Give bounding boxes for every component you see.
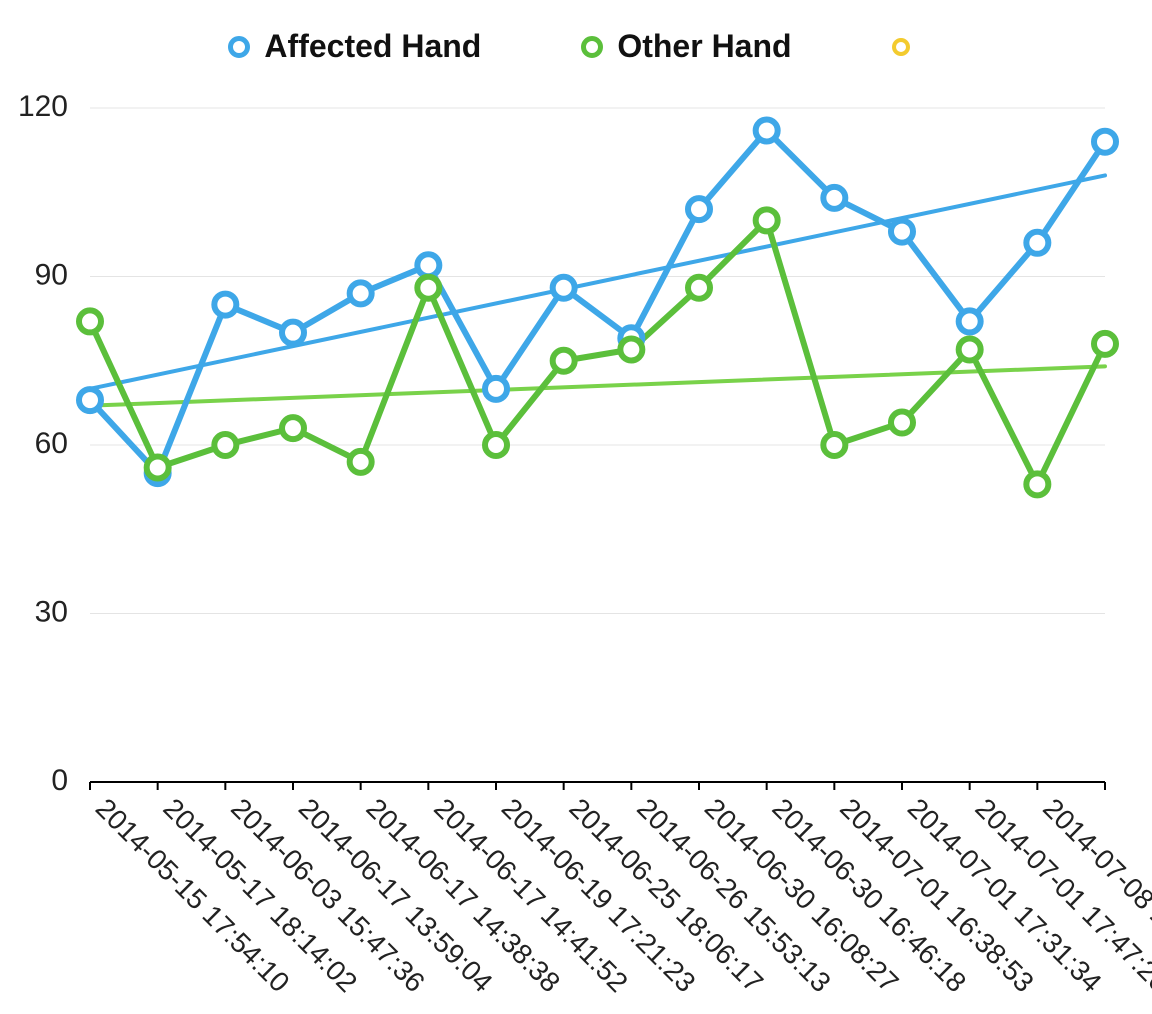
data-point[interactable] [756,209,778,231]
y-tick-label: 0 [51,764,68,797]
y-tick-label: 30 [35,595,68,628]
data-point[interactable] [79,389,101,411]
data-point[interactable] [282,322,304,344]
data-point[interactable] [485,434,507,456]
y-tick-label: 60 [35,427,68,460]
data-point[interactable] [1026,232,1048,254]
data-point[interactable] [756,119,778,141]
data-point[interactable] [214,294,236,316]
data-point[interactable] [891,412,913,434]
data-point[interactable] [350,451,372,473]
data-point[interactable] [553,277,575,299]
data-point[interactable] [485,378,507,400]
data-point[interactable] [688,198,710,220]
data-point[interactable] [417,277,439,299]
data-point[interactable] [959,339,981,361]
data-point[interactable] [620,339,642,361]
data-point[interactable] [823,434,845,456]
data-point[interactable] [553,350,575,372]
data-point[interactable] [823,187,845,209]
data-point[interactable] [417,254,439,276]
data-point[interactable] [959,310,981,332]
data-point[interactable] [147,456,169,478]
y-tick-label: 120 [18,90,68,123]
line-chart: 0306090120 2014-05-15 17:54:102014-05-17… [0,0,1152,1014]
data-point[interactable] [79,310,101,332]
data-point[interactable] [1026,473,1048,495]
data-point[interactable] [350,282,372,304]
data-point[interactable] [891,221,913,243]
chart-container: Affected Hand Other Hand 0306090120 2014… [0,0,1152,1014]
trend-line [90,366,1105,405]
data-point[interactable] [1094,333,1116,355]
data-point[interactable] [1094,131,1116,153]
data-point[interactable] [688,277,710,299]
data-point[interactable] [214,434,236,456]
series-line [90,130,1105,473]
data-point[interactable] [282,417,304,439]
y-tick-label: 90 [35,258,68,291]
